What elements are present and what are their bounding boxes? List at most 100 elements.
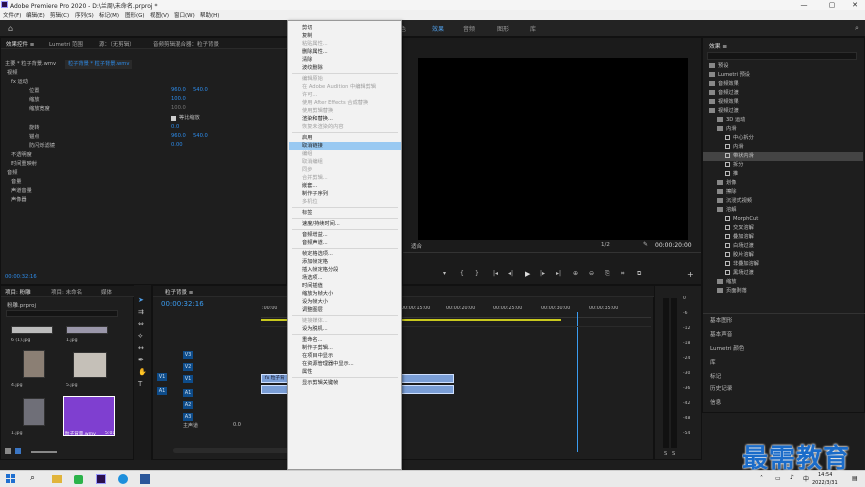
opacity-effect[interactable]: 不透明度 — [11, 151, 32, 160]
track-a2-label[interactable]: A2 — [183, 401, 193, 409]
source-patch-a1[interactable]: A1 — [157, 387, 167, 395]
context-menu-item[interactable]: 使用剪辑替换› — [302, 107, 333, 115]
list-view-icon[interactable] — [5, 448, 11, 454]
play-icon[interactable]: ▶ — [525, 270, 530, 278]
effects-item[interactable]: 白场过渡 — [725, 242, 859, 251]
tab-source[interactable]: 源：（无剪辑） — [99, 40, 135, 48]
context-menu-item[interactable]: 启用✓ — [302, 134, 312, 142]
effects-folder[interactable]: Lumetri 预设 — [709, 71, 859, 80]
marker-icon[interactable]: ▾ — [443, 270, 446, 277]
effect-controls-timecode[interactable]: 00:00:32:16 — [5, 274, 37, 283]
context-menu-item[interactable]: 编组 — [302, 150, 312, 158]
menu-file[interactable]: 文件(F) — [3, 11, 21, 19]
context-menu-item[interactable]: 复制 — [302, 32, 312, 40]
windows-start-icon[interactable] — [6, 474, 16, 484]
workspace-effects[interactable]: 效果 — [432, 24, 444, 33]
wrench-icon[interactable]: ✎ — [643, 241, 648, 248]
menu-window[interactable]: 窗口(W) — [174, 11, 195, 19]
context-menu-item[interactable]: 添加帧定格 — [302, 258, 328, 266]
menu-marker[interactable]: 标记(M) — [99, 11, 119, 19]
extract-icon[interactable]: ⊖ — [589, 270, 594, 277]
history-panel[interactable]: 历史记录 — [710, 384, 732, 392]
step-back-icon[interactable]: ◂| — [508, 270, 513, 277]
zoom-slider[interactable] — [31, 451, 57, 453]
effects-item[interactable]: 非叠加溶解 — [725, 260, 859, 269]
type-tool-icon[interactable]: T — [138, 380, 142, 388]
context-menu-item[interactable]: 许可... — [302, 91, 317, 99]
thumbnail-cat-4[interactable] — [23, 350, 45, 378]
thumbnail-cat-5[interactable] — [73, 352, 107, 378]
essential-graphics-panel[interactable]: 基本图形 — [710, 316, 732, 324]
go-to-in-icon[interactable]: |◂ — [493, 270, 498, 277]
menu-help[interactable]: 帮助(H) — [200, 11, 219, 19]
ripple-edit-icon[interactable]: ⇔ — [138, 320, 144, 328]
notification-icon[interactable]: ▤ — [852, 475, 858, 482]
workspace-audio[interactable]: 音频 — [463, 24, 475, 33]
tab-audio-clip-mixer[interactable]: 音频剪辑混合器：粒子背景 — [153, 40, 219, 48]
tab-media[interactable]: 媒体 — [101, 288, 112, 296]
scale-value[interactable]: 100.0 — [171, 96, 186, 105]
markers-panel[interactable]: 标记 — [710, 372, 721, 380]
hand-tool-icon[interactable]: ✋ — [138, 368, 147, 376]
context-menu-item[interactable]: 帧定格选项... — [302, 250, 333, 258]
track-v2-label[interactable]: V2 — [183, 363, 193, 371]
tab-lumetri-scopes[interactable]: Lumetri 范围 — [49, 40, 83, 48]
master-track-value[interactable]: 0.0 — [233, 422, 241, 428]
track-a3-label[interactable]: A3 — [183, 413, 193, 421]
workspace-graphics[interactable]: 图形 — [497, 24, 509, 33]
lumetri-color-panel[interactable]: Lumetri 颜色 — [710, 344, 744, 352]
tab-project-fendiao[interactable]: 项目: 粉雕 — [5, 288, 31, 296]
track-select-icon[interactable]: ⇉ — [138, 308, 144, 316]
fit-dropdown[interactable]: 适合 — [411, 242, 422, 250]
context-menu-item[interactable]: 粘贴属性... — [302, 40, 328, 48]
context-menu-item[interactable]: 编辑原始 — [302, 75, 323, 83]
premiere-taskbar-icon[interactable] — [96, 474, 106, 484]
effects-folder[interactable]: 内滑 — [717, 125, 859, 134]
menu-sequence[interactable]: 序列(S) — [75, 11, 94, 19]
effects-item[interactable]: 拆分 — [725, 161, 859, 170]
effects-folder[interactable]: 视频过渡 — [709, 107, 859, 116]
pen-tool-icon[interactable]: ✒ — [138, 356, 144, 364]
volume-effect[interactable]: 音量 — [11, 178, 21, 187]
context-menu-item[interactable]: 时间插值› — [302, 282, 323, 290]
thumbnail-particle-bg[interactable] — [63, 396, 115, 436]
context-menu-item[interactable]: 取消链接 — [289, 142, 401, 150]
context-menu-item[interactable]: 链接媒体... — [302, 317, 328, 325]
libraries-panel[interactable]: 库 — [710, 358, 716, 366]
effects-item[interactable]: MorphCut — [725, 215, 859, 224]
context-menu-item[interactable]: 清除 — [302, 56, 312, 64]
context-menu-item[interactable]: 标签› — [302, 209, 312, 217]
resolution-dropdown[interactable]: 1/2 — [601, 242, 610, 248]
track-a1-label[interactable]: A1 — [183, 389, 193, 397]
minimize-button[interactable]: — — [795, 0, 813, 10]
anti-flicker-value[interactable]: 0.00 — [171, 142, 183, 151]
mark-out-icon[interactable]: } — [475, 270, 479, 277]
context-menu-item[interactable]: 取消编组 — [302, 158, 323, 166]
uniform-scale-checkbox[interactable] — [171, 116, 176, 121]
context-menu-item[interactable]: 恢复未渲染的内容 — [302, 123, 344, 131]
motion-effect[interactable]: fx 运动 — [11, 78, 28, 87]
tray-up-arrow-icon[interactable]: ˄ — [760, 475, 763, 482]
context-menu-item[interactable]: 设为脱机... — [302, 325, 328, 333]
file-explorer-icon[interactable] — [52, 475, 62, 483]
taskbar-search-icon[interactable]: ⌕ — [30, 473, 35, 483]
edge-browser-icon[interactable] — [118, 474, 128, 484]
close-button[interactable]: ✕ — [846, 0, 864, 10]
razor-tool-icon[interactable]: ⟡ — [138, 332, 143, 341]
timeline-timecode[interactable]: 00:00:32:16 — [161, 300, 204, 308]
effects-folder[interactable]: 3D 运动 — [717, 116, 859, 125]
playhead[interactable] — [577, 312, 578, 452]
go-to-out-icon[interactable]: ▸| — [556, 270, 561, 277]
context-menu-item[interactable]: 重命名... — [302, 336, 323, 344]
program-scrub-bar[interactable] — [403, 252, 701, 258]
selection-tool-icon[interactable]: ➤ — [138, 296, 144, 304]
add-button-icon[interactable]: + — [687, 270, 694, 279]
context-menu-item[interactable]: 属性 — [302, 368, 312, 376]
taskbar-date[interactable]: 2022/3/31 — [812, 480, 838, 486]
effects-folder[interactable]: 溶解 — [717, 206, 859, 215]
context-menu-item[interactable]: 显示剪辑关键帧› — [302, 379, 338, 387]
search-icon[interactable]: ⌕ — [855, 24, 859, 33]
context-menu-item[interactable]: 多机位› — [302, 198, 318, 206]
context-menu-item[interactable]: 在 Adobe Audition 中编辑剪辑 — [302, 83, 376, 91]
effects-item[interactable]: 中心拆分 — [725, 134, 859, 143]
